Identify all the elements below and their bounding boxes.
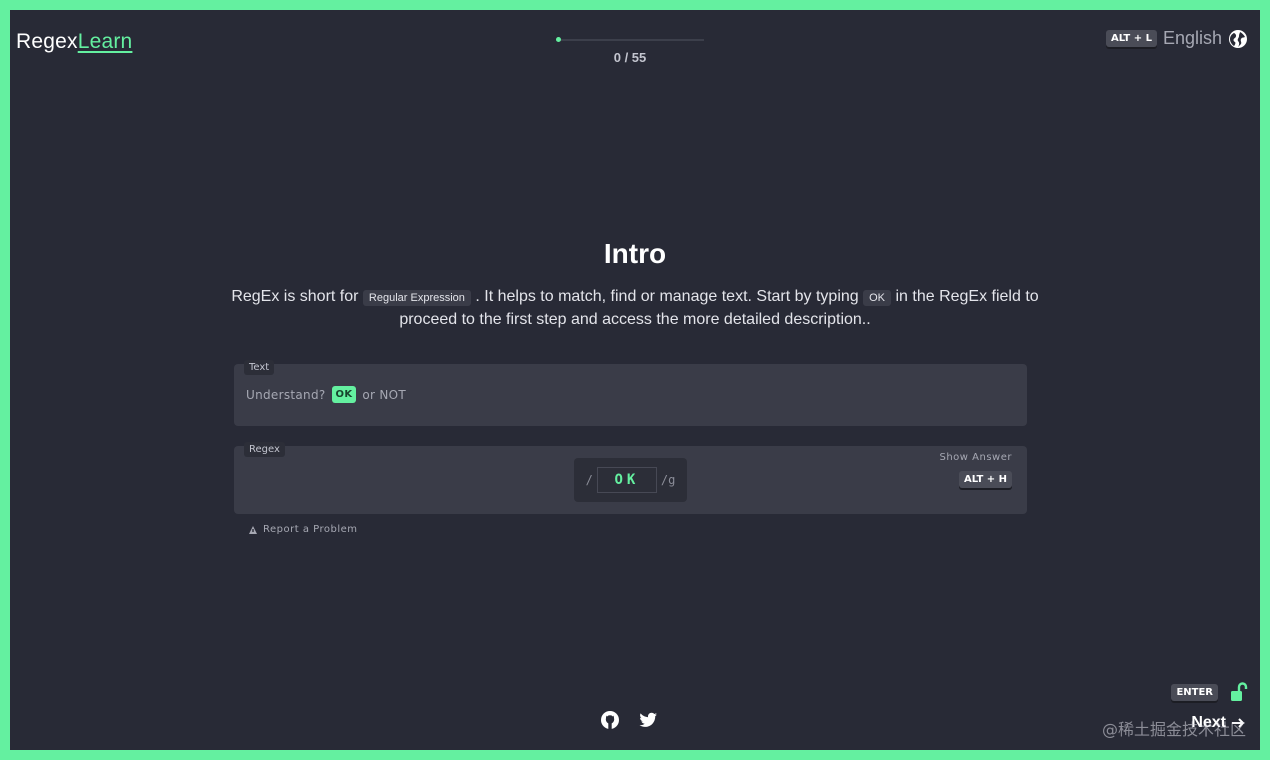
- progress-count: 0 / 55: [613, 50, 647, 65]
- show-answer[interactable]: Show Answer ALT + H: [939, 452, 1012, 488]
- text-panel: Text Understand? OK or NOT: [234, 360, 1027, 426]
- language-shortcut: ALT + L: [1105, 30, 1157, 47]
- arrow-right-icon: [1232, 718, 1245, 728]
- logo-main: Regex: [16, 30, 78, 53]
- next-button[interactable]: Next: [1191, 714, 1246, 732]
- progress-indicator: [556, 37, 561, 42]
- logo-accent: Learn: [77, 30, 133, 53]
- regex-open-slash: /: [585, 473, 593, 487]
- desc-text-2: . It helps to match, find or manage text…: [470, 288, 864, 305]
- regex-flags: /g: [660, 473, 676, 487]
- lesson-title: Intro: [603, 238, 667, 269]
- app-frame: RegexLearn 0 / 55 ALT + L English Intro …: [10, 10, 1260, 750]
- progress-track: [556, 37, 704, 42]
- enter-shortcut[interactable]: ENTER: [1171, 683, 1218, 701]
- regex-input[interactable]: [596, 467, 657, 493]
- next-controls: ENTER: [1171, 682, 1248, 702]
- desc-text-1: RegEx is short for: [231, 288, 363, 305]
- logo[interactable]: RegexLearn: [16, 30, 132, 54]
- report-problem-label: Report a Problem: [263, 524, 358, 535]
- lesson-description: RegEx is short for Regular Expression . …: [230, 286, 1040, 331]
- unlock-icon: [1231, 682, 1248, 701]
- report-problem-link[interactable]: Report a Problem: [248, 524, 358, 535]
- language-switcher[interactable]: ALT + L English: [1105, 28, 1248, 49]
- github-icon[interactable]: [600, 710, 620, 730]
- show-answer-label: Show Answer: [939, 452, 1012, 463]
- match-highlight: OK: [331, 386, 357, 403]
- desc-code-ok: OK: [863, 290, 892, 306]
- language-label: English: [1162, 28, 1222, 48]
- show-answer-shortcut[interactable]: ALT + H: [959, 471, 1012, 488]
- next-label: Next: [1191, 714, 1226, 731]
- sample-text-before: Understand?: [246, 387, 326, 402]
- progress: 0 / 55: [556, 36, 704, 65]
- globe-icon: [1229, 29, 1247, 48]
- bug-icon: [249, 525, 257, 534]
- regex-panel: Regex / /g Show Answer ALT + H: [234, 442, 1027, 514]
- text-panel-label: Text: [244, 360, 275, 375]
- sample-text: Understand? OK or NOT: [246, 386, 406, 403]
- social-links: [600, 710, 658, 730]
- regex-panel-label: Regex: [244, 442, 285, 457]
- regex-input-box: / /g: [574, 458, 687, 502]
- sample-text-after: or NOT: [362, 387, 407, 402]
- twitter-icon[interactable]: [638, 710, 658, 730]
- desc-code-regular-expression: Regular Expression: [362, 290, 471, 306]
